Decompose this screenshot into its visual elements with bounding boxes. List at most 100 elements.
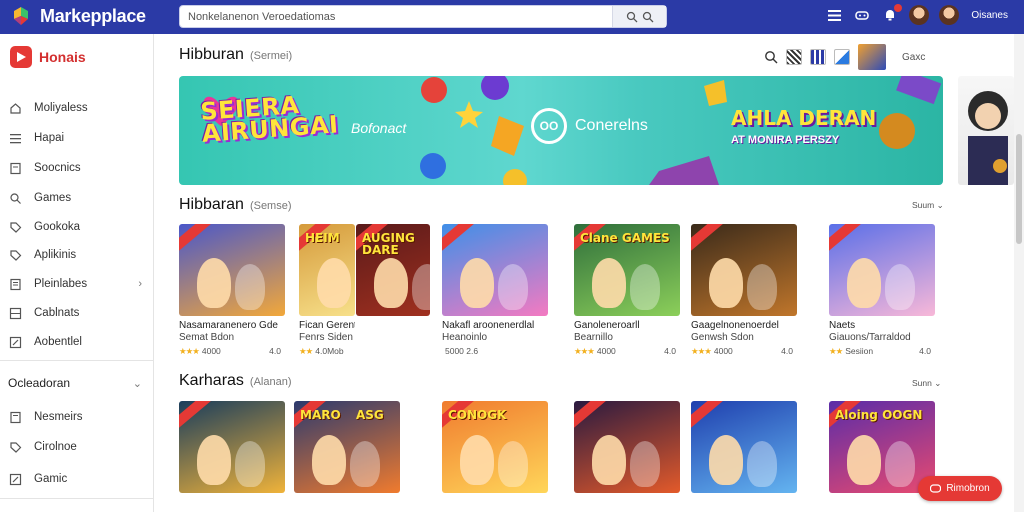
game-thumbnail[interactable]: CONOGK: [442, 401, 548, 493]
character-figure: [412, 264, 430, 310]
search-icon: [8, 191, 22, 205]
new-ribbon: [179, 401, 213, 432]
star-rating-icon: ★★: [299, 346, 313, 356]
sidebar-item-account[interactable]: Aobentlel: [8, 331, 148, 353]
game-thumbnail[interactable]: [691, 401, 797, 493]
game-rating: 5000 2.6: [442, 344, 548, 358]
thumbnail-title: CONOGK: [448, 408, 507, 422]
game-thumbnail[interactable]: [574, 401, 680, 493]
search-input[interactable]: Nonkelanenon Veroedatiomas: [180, 11, 612, 23]
sidebar-item-label: Soocnics: [34, 162, 81, 174]
search-button[interactable]: [612, 6, 666, 27]
promo-banner[interactable]: SEIERA AIRUNGAI Bofonact OO Conerelns AH…: [179, 76, 943, 185]
sidebar-item-label: Nesmeirs: [34, 411, 83, 423]
game-card[interactable]: MARO ASG: [294, 401, 400, 493]
banner-right-subtitle: AT MONIRA PERSZY: [731, 134, 840, 146]
banner-side-preview[interactable]: [958, 76, 1014, 185]
game-thumbnail[interactable]: AUGING DARE: [356, 224, 430, 316]
new-ribbon: [691, 401, 725, 432]
notification-badge: [894, 4, 903, 12]
sidebar-item-label: Aplikinis: [34, 249, 77, 261]
game-card[interactable]: Nakafl aroonenerdlal Heanoinlo 5000 2.6: [442, 224, 548, 358]
thumbnail-title: Aloing OOGN: [835, 408, 923, 422]
user-avatar[interactable]: [939, 5, 960, 25]
profile-thumbnail[interactable]: [858, 44, 886, 70]
game-title[interactable]: Nakafl aroonenerdlal: [442, 320, 548, 332]
game-card[interactable]: AUGING DARE: [356, 224, 430, 316]
game-card[interactable]: Clane GAMES Ganoleneroarll Bearnillo ★★★ 400…: [574, 224, 680, 358]
qr-icon[interactable]: [786, 49, 802, 65]
game-thumbnail[interactable]: MARO ASG: [294, 401, 400, 493]
game-thumbnail[interactable]: [179, 401, 285, 493]
game-title[interactable]: Nasamaranenero Gde: [179, 320, 285, 332]
section-more-link[interactable]: Sunn ⌄: [912, 378, 941, 389]
game-card[interactable]: [691, 401, 797, 493]
app-logo[interactable]: Markepplace: [10, 5, 146, 27]
header-extra-label[interactable]: Gaxc: [902, 52, 925, 63]
sidebar-item-gamic[interactable]: Gamic: [8, 468, 148, 490]
menu-icon[interactable]: [825, 6, 843, 24]
section-subtitle: (Semse): [249, 200, 292, 212]
game-thumbnail[interactable]: [691, 224, 797, 316]
game-card[interactable]: [179, 401, 285, 493]
sidebar-brand[interactable]: Honais: [10, 46, 86, 68]
sidebar-item-circles[interactable]: Cirolnoe: [8, 436, 148, 458]
sidebar-item-books[interactable]: Gookoka: [8, 216, 148, 238]
search-icon[interactable]: [764, 50, 778, 64]
game-title[interactable]: Naets: [829, 320, 935, 332]
character-figure: [747, 264, 777, 310]
section-subtitle: (Alanan): [249, 376, 292, 388]
grid-icon[interactable]: [810, 49, 826, 65]
character-figure: [460, 435, 494, 485]
game-title[interactable]: Gaagelnonenoerdel: [691, 320, 797, 332]
game-card[interactable]: Aloing OOGN: [829, 401, 935, 493]
game-publisher: Fenrs Siden: [299, 332, 353, 343]
fab-label: Rimobron: [946, 483, 990, 494]
game-thumbnail[interactable]: [829, 224, 935, 316]
game-card[interactable]: CONOGK: [442, 401, 548, 493]
sidebar-item-games[interactable]: Games: [8, 187, 148, 209]
game-thumbnail[interactable]: HEIM: [299, 224, 355, 316]
character-figure: [747, 441, 777, 487]
game-rating: ★★★ 4000 4.0: [691, 344, 797, 358]
sidebar-item-plans[interactable]: Pleinlabes ›: [8, 273, 148, 295]
scrollbar-thumb[interactable]: [1016, 134, 1022, 244]
document-icon: [8, 410, 22, 424]
search-bar[interactable]: Nonkelanenon Veroedatiomas: [179, 5, 667, 28]
game-card[interactable]: Nasamaranenero Gde Semat Bdon ★★★ 4000 4.0: [179, 224, 285, 358]
game-title[interactable]: Ganoleneroarll: [574, 320, 680, 332]
sidebar-item-list[interactable]: Hapai: [8, 127, 148, 149]
game-card[interactable]: [574, 401, 680, 493]
send-icon[interactable]: [834, 49, 850, 65]
scrollbar[interactable]: [1014, 34, 1024, 512]
star-rating-icon: ★★★: [179, 346, 200, 356]
rating-score: 4.0: [664, 346, 676, 356]
character-figure: [350, 441, 380, 487]
section-header: Hibbaran (Semse): [179, 196, 292, 214]
sidebar-group-toggle[interactable]: Ocleadoran ⌄: [8, 372, 148, 394]
character-figure: [592, 258, 626, 308]
user-avatar[interactable]: [909, 5, 930, 25]
game-thumbnail[interactable]: [442, 224, 548, 316]
game-card[interactable]: Naets Giauons/Tarraldod ★★ Sesiion 4.0: [829, 224, 935, 358]
game-thumbnail[interactable]: [179, 224, 285, 316]
section-more-link[interactable]: Suum ⌄: [912, 200, 944, 211]
sidebar-item-home[interactable]: Moliyaless: [8, 97, 148, 119]
game-title[interactable]: Fican Gerenteroordon: [299, 320, 355, 332]
gamepad-icon[interactable]: [853, 6, 871, 24]
sidebar-item-cabinets[interactable]: Cablnats: [8, 302, 148, 324]
notification-bell-icon[interactable]: [881, 4, 903, 24]
game-card[interactable]: HEIMFican GerenteroordonFenrs Siden★★4.0…: [299, 224, 355, 358]
floating-action-button[interactable]: Rimobron: [918, 476, 1002, 501]
game-thumbnail[interactable]: Clane GAMES: [574, 224, 680, 316]
sidebar-item-apps[interactable]: Aplikinis: [8, 244, 148, 266]
sidebar-item-label: Cirolnoe: [34, 441, 77, 453]
user-name[interactable]: Oisanes: [971, 10, 1008, 21]
sidebar-item-notes[interactable]: Soocnics: [8, 157, 148, 179]
game-publisher: Heanoinlo: [442, 332, 488, 343]
sidebar-item-news[interactable]: Nesmeirs: [8, 406, 148, 428]
game-card[interactable]: Gaagelnonenoerdel Genwsh Sdon ★★★ 4000 4.0: [691, 224, 797, 358]
app-logo-icon: [10, 5, 32, 27]
game-thumbnail[interactable]: Aloing OOGN: [829, 401, 935, 493]
rating-count: 5000 2.6: [445, 346, 479, 356]
